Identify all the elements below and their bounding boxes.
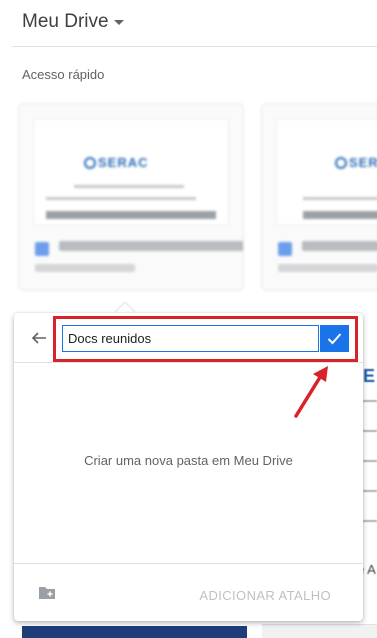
- thumbnail-logo: SERAC: [349, 155, 377, 170]
- quick-access-card[interactable]: SERAC: [18, 103, 244, 291]
- thumbnail-line: [46, 197, 196, 200]
- preview-line: [363, 400, 377, 402]
- file-name-blurred: [59, 241, 243, 251]
- quick-access-card[interactable]: SERAC: [261, 103, 377, 291]
- empty-state-message: Criar uma nova pasta em Meu Drive: [84, 453, 293, 468]
- thumbnail-logo: SERAC: [98, 155, 149, 170]
- file-thumbnail: SERAC: [276, 118, 377, 226]
- annotation-arrow-icon: [294, 366, 328, 418]
- preview-line: [363, 490, 377, 492]
- file-name-blurred: [302, 241, 377, 251]
- thumbnail-line: [46, 211, 216, 219]
- logo-icon: [335, 157, 347, 169]
- thumbnail-line: [74, 185, 184, 188]
- arrow-left-icon: [31, 332, 46, 344]
- file-subtitle-blurred: [35, 264, 135, 272]
- thumbnail-line: [303, 211, 377, 219]
- new-folder-dialog: Criar uma nova pasta em Meu Drive ADICIO…: [14, 313, 363, 621]
- quick-access-label: Acesso rápido: [22, 67, 105, 82]
- back-button[interactable]: [28, 327, 50, 349]
- file-subtitle-blurred: [278, 264, 377, 272]
- background-logo: E: [363, 366, 376, 386]
- dialog-topbar: [14, 313, 363, 363]
- page-title[interactable]: Meu Drive: [22, 11, 109, 33]
- background-thumbnail: [262, 624, 377, 638]
- annotation-highlight: [53, 316, 358, 362]
- dialog-footer: ADICIONAR ATALHO: [14, 563, 363, 621]
- divider: [12, 46, 377, 47]
- preview-line: [363, 430, 377, 432]
- logo-icon: [84, 157, 96, 169]
- file-thumbnail: SERAC: [33, 118, 229, 226]
- doc-icon: [278, 242, 292, 256]
- preview-line: [363, 520, 377, 522]
- doc-icon: [35, 242, 49, 256]
- chevron-down-icon[interactable]: [114, 20, 124, 25]
- background-thumbnail: [22, 626, 247, 638]
- add-shortcut-button[interactable]: ADICIONAR ATALHO: [199, 588, 331, 603]
- thumbnail-line: [303, 197, 377, 200]
- drive-header: Meu Drive: [0, 0, 377, 46]
- new-folder-icon[interactable]: [38, 586, 56, 600]
- preview-line: [363, 460, 377, 462]
